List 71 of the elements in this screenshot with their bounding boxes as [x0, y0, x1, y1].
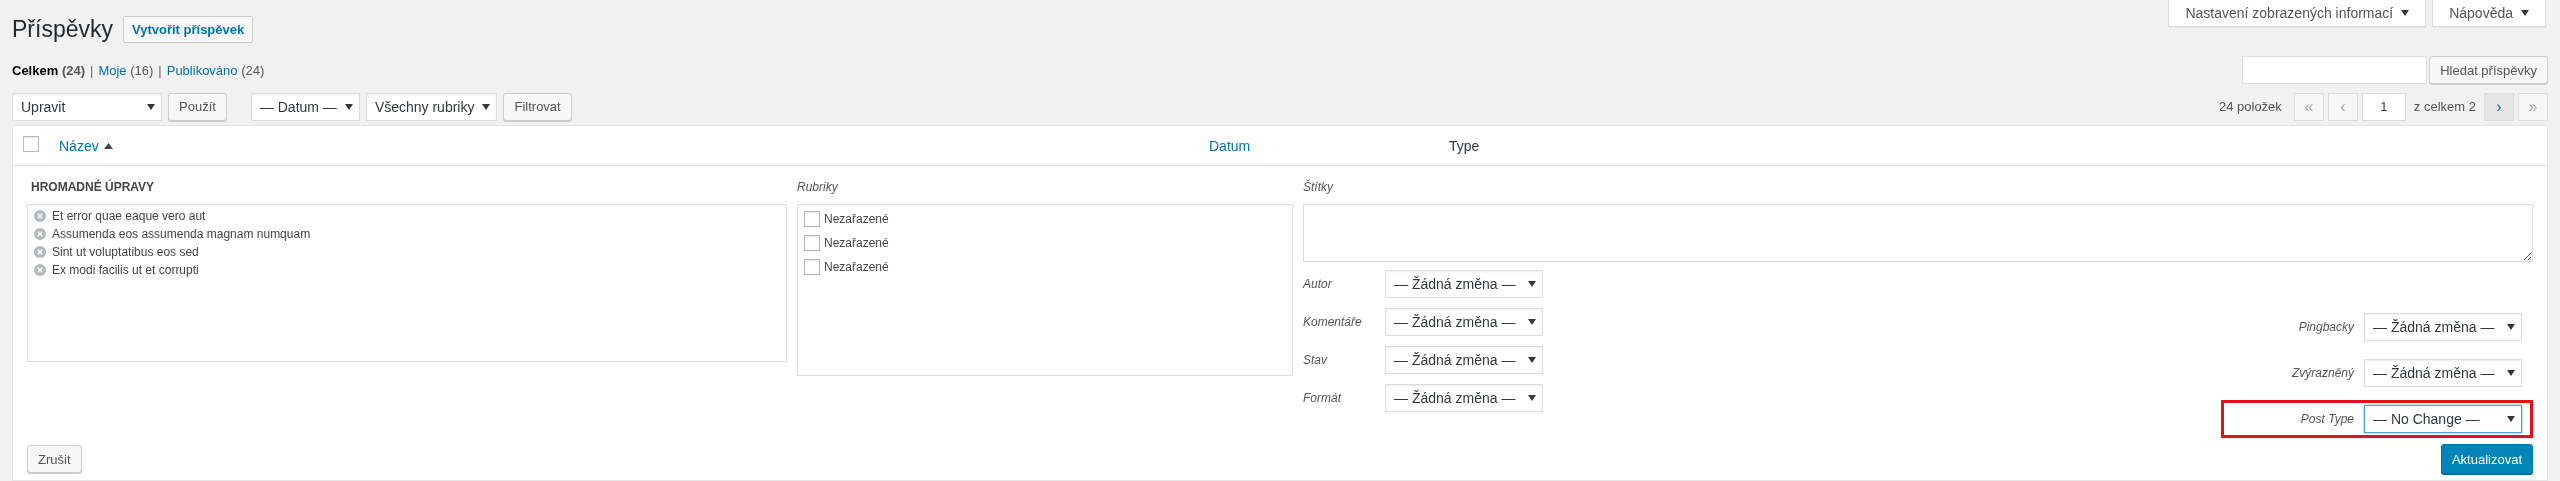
dropdown[interactable]: — Žádná změna — [2364, 359, 2522, 387]
search-field[interactable] [2242, 56, 2428, 84]
field-label: Zvýrazněný [2290, 366, 2354, 380]
post-title: Et error quae eaque vero aut [52, 209, 206, 223]
page-button[interactable]: › [2484, 92, 2514, 121]
field-label: Post Type [2299, 412, 2354, 426]
caret-icon [2507, 370, 2515, 376]
caret-icon [2507, 324, 2515, 330]
bulk-edit-title: HROMADNÉ ÚPRAVY [31, 180, 156, 196]
remove-icon[interactable] [34, 210, 46, 222]
caret-icon [2521, 10, 2529, 16]
filter-button[interactable]: Filtrovat [503, 92, 572, 121]
column-header[interactable]: Datum [1209, 137, 1251, 154]
page-total: z celkem 2 [2413, 99, 2476, 114]
checkbox[interactable] [804, 211, 820, 227]
caret-icon [2507, 416, 2515, 422]
remove-icon[interactable] [34, 246, 46, 258]
caret-icon [482, 103, 491, 110]
tags-label: Štítky [1303, 180, 1335, 196]
dropdown[interactable]: — Žádná změna — [1385, 346, 1543, 374]
add-new-button[interactable]: Vytvořit příspěvek [123, 16, 254, 43]
post-title: Assumenda eos assumenda magnam numquam [52, 227, 311, 241]
separator: | [90, 62, 94, 78]
field-label: Komentáře [1303, 315, 1363, 329]
field-label: Formát [1303, 391, 1343, 405]
caret-icon [1528, 281, 1536, 287]
dropdown[interactable]: Upravit [12, 92, 162, 121]
view-link[interactable]: Publikováno (24) [166, 62, 265, 78]
tags-field[interactable] [1303, 204, 2533, 262]
sort-icon [103, 142, 113, 149]
caret-icon [1528, 319, 1536, 325]
post-title: Ex modi facilis ut et corrupti [52, 263, 199, 277]
field-label: Pingbacky [2297, 320, 2354, 334]
caret-icon [147, 103, 155, 110]
column-header[interactable]: Název [59, 137, 113, 154]
field-label: Autor [1303, 277, 1333, 291]
dropdown[interactable]: — Datum — [250, 92, 360, 121]
caret-icon [1528, 395, 1536, 401]
caret-icon [2401, 10, 2410, 16]
category-label: Nezařazené [824, 260, 889, 274]
checkbox[interactable] [804, 235, 820, 251]
categories-label: Rubriky [797, 180, 839, 196]
category-label: Nezařazené [824, 212, 889, 226]
checkbox[interactable] [23, 136, 39, 152]
screen-tab[interactable]: Nastavení zobrazených informací [2168, 0, 2427, 27]
view-link[interactable]: Celkem (24) [12, 62, 85, 78]
item-count: 24 položek [2218, 99, 2282, 114]
page-field[interactable]: 1 [2361, 92, 2406, 121]
view-link[interactable]: Moje (16) [98, 62, 154, 78]
remove-icon[interactable] [34, 264, 46, 276]
screen-tab[interactable]: Nápověda [2432, 0, 2546, 27]
column-header: Type [1449, 137, 1480, 154]
caret-icon [1528, 357, 1536, 363]
remove-icon[interactable] [34, 228, 46, 240]
update-button[interactable]: Aktualizovat [2440, 444, 2533, 474]
category-label: Nezařazené [824, 236, 889, 250]
caret-icon [344, 103, 353, 110]
field-label: Stav [1303, 353, 1329, 367]
dropdown[interactable]: — Žádná změna — [1385, 270, 1543, 298]
page-title: Příspěvky [12, 16, 113, 43]
checkbox[interactable] [804, 259, 820, 275]
dropdown[interactable]: — Žádná změna — [2364, 313, 2522, 341]
post-title: Sint ut voluptatibus eos sed [52, 245, 199, 259]
apply-button[interactable]: Použít [168, 92, 227, 121]
separator: | [158, 62, 162, 78]
dropdown[interactable]: — Žádná změna — [1385, 384, 1543, 412]
dropdown[interactable]: — Žádná změna — [1385, 308, 1543, 336]
dropdown[interactable]: Všechny rubriky [365, 92, 498, 121]
cancel-button[interactable]: Zrušit [27, 445, 82, 473]
dropdown[interactable]: — No Change — [2364, 405, 2522, 433]
search-button[interactable]: Hledat příspěvky [2429, 56, 2548, 84]
